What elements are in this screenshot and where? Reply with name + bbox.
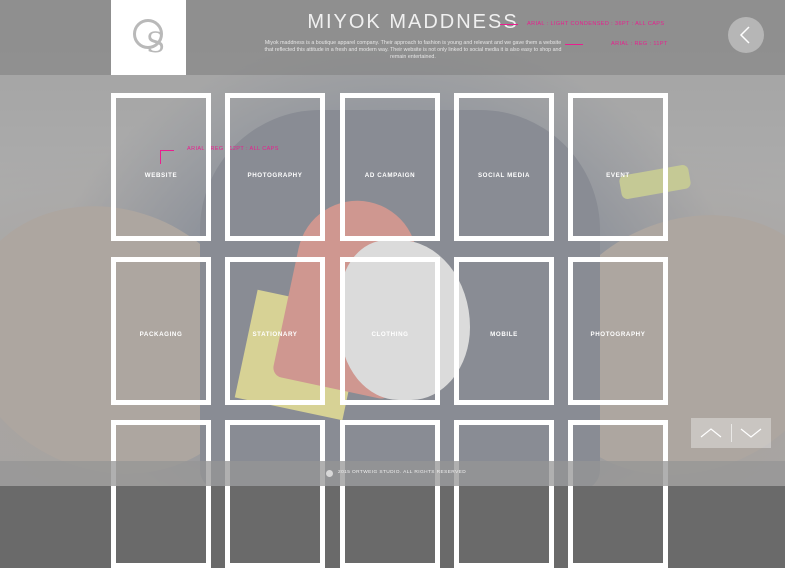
tile-social-media[interactable]: SOCIAL MEDIA (454, 93, 554, 241)
tile-label: PACKAGING (139, 331, 183, 338)
annotation-title-font: ARIAL : LIGHT CONDENSED : 36PT : ALL CAP… (527, 21, 665, 27)
tile-label: PHOTOGRAPHY (590, 331, 646, 338)
tile-label: WEBSITE (144, 172, 178, 179)
tile-packaging[interactable]: PACKAGING (111, 257, 211, 405)
tile-stationary[interactable]: STATIONARY (225, 257, 325, 405)
tile-label: CLOTHING (371, 331, 409, 338)
footer-logo-icon (326, 470, 333, 477)
tile-label: AD CAMPAIGN (364, 172, 416, 179)
header-bar: S MIYOK MADDNESS Miyok maddness is a bou… (0, 0, 785, 75)
tile-photography-2[interactable]: PHOTOGRAPHY (568, 257, 668, 405)
tile-row3-3[interactable] (340, 420, 440, 568)
tile-event[interactable]: EVENT (568, 93, 668, 241)
tile-row3-1[interactable] (111, 420, 211, 568)
tile-label: SOCIAL MEDIA (477, 172, 531, 179)
tile-photography[interactable]: PHOTOGRAPHY (225, 93, 325, 241)
page-description: Miyok maddness is a boutique apparel com… (264, 40, 562, 61)
chevron-down-icon[interactable] (731, 418, 771, 448)
page-title: MIYOK MADDNESS (307, 11, 519, 33)
tile-row3-2[interactable] (225, 420, 325, 568)
scroll-nav (691, 418, 771, 448)
chevron-left-icon (739, 26, 750, 44)
footer-bar: 2015 ORTWEIG STUDIO. ALL RIGHTS RESERVED (0, 461, 785, 486)
tile-label: PHOTOGRAPHY (247, 172, 303, 179)
tile-label: STATIONARY (252, 331, 298, 338)
logo-s-mark: S (146, 26, 166, 59)
tile-clothing[interactable]: CLOTHING (340, 257, 440, 405)
tile-mobile[interactable]: MOBILE (454, 257, 554, 405)
logo[interactable]: S (111, 0, 186, 75)
tile-label: EVENT (606, 172, 630, 179)
chevron-up-icon[interactable] (691, 418, 731, 448)
back-button[interactable] (728, 17, 764, 53)
tile-website[interactable]: WEBSITE (111, 93, 211, 241)
footer-copyright: 2015 ORTWEIG STUDIO. ALL RIGHTS RESERVED (338, 470, 467, 475)
annotation-desc-font: ARIAL : REG : 11PT (611, 41, 668, 47)
tile-row3-4[interactable] (454, 420, 554, 568)
tile-label: MOBILE (490, 331, 518, 338)
tile-row3-5[interactable] (568, 420, 668, 568)
tile-ad-campaign[interactable]: AD CAMPAIGN (340, 93, 440, 241)
